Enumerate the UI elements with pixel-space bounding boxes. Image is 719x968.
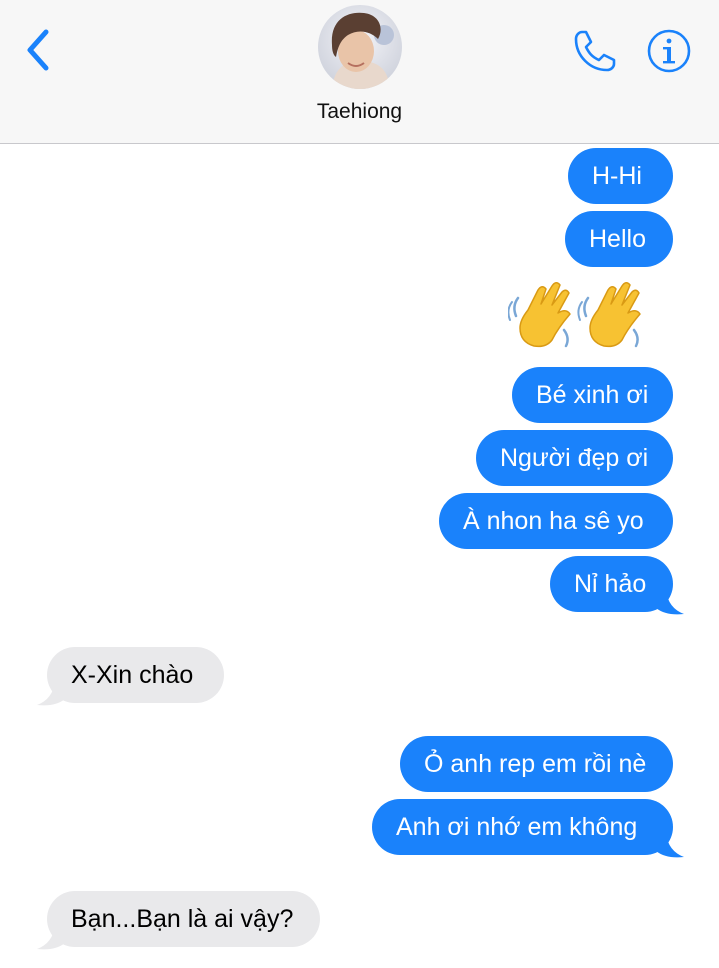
waving-hand-icon bbox=[507, 282, 641, 348]
bubble-tail bbox=[37, 925, 65, 950]
call-button[interactable] bbox=[570, 26, 620, 76]
back-button[interactable] bbox=[22, 26, 58, 74]
info-icon bbox=[647, 29, 691, 73]
contact-avatar[interactable] bbox=[318, 5, 402, 89]
bubble-tail bbox=[656, 590, 684, 615]
message-bubble-sent[interactable]: Anh ơi nhớ em không bbox=[372, 799, 673, 855]
message-bubble-sent[interactable]: Bé xinh ơi bbox=[512, 367, 673, 423]
message-bubble-sent[interactable]: Hello bbox=[565, 211, 673, 267]
message-bubble-received[interactable]: Bạn...Bạn là ai vậy? bbox=[47, 891, 320, 947]
avatar-photo bbox=[318, 5, 402, 89]
bubble-tail bbox=[656, 833, 684, 858]
contact-name[interactable]: Taehiong bbox=[0, 100, 719, 124]
chevron-left-icon bbox=[27, 29, 49, 71]
emoji-message[interactable] bbox=[507, 280, 658, 352]
message-bubble-received[interactable]: X-Xin chào bbox=[47, 647, 224, 703]
message-bubble-sent[interactable]: Người đẹp ơi bbox=[476, 430, 673, 486]
message-bubble-sent[interactable]: Ỏ anh rep em rồi nè bbox=[400, 736, 673, 792]
message-bubble-sent[interactable]: Nỉ hảo bbox=[550, 556, 673, 612]
phone-icon bbox=[574, 30, 616, 72]
info-button[interactable] bbox=[646, 28, 692, 74]
message-bubble-sent[interactable]: H-Hi bbox=[568, 148, 673, 204]
bubble-tail bbox=[37, 681, 65, 706]
message-bubble-sent[interactable]: À nhon ha sê yo bbox=[439, 493, 673, 549]
conversation-header: Taehiong bbox=[0, 0, 719, 144]
